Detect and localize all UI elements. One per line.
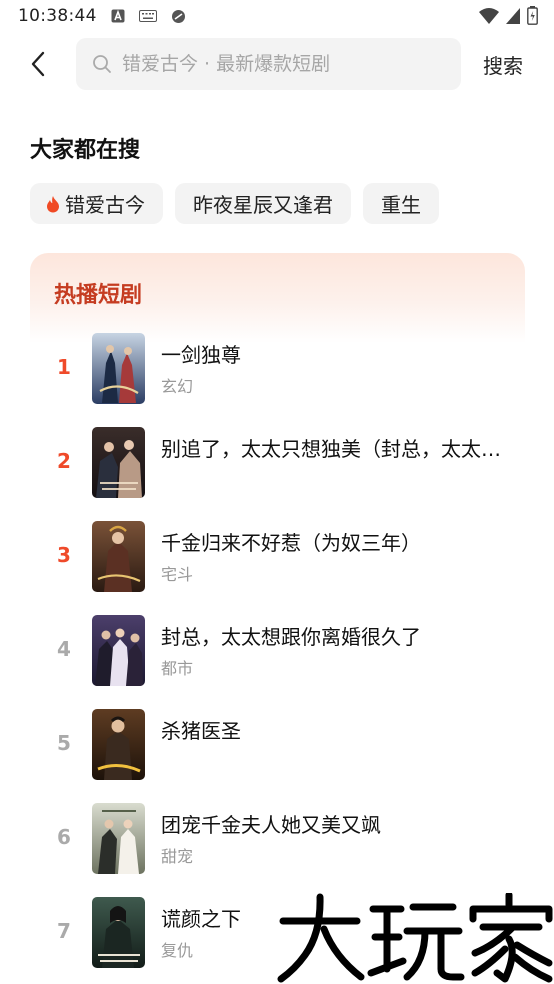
- notification-icons: [111, 9, 186, 24]
- drama-poster: [92, 615, 145, 686]
- rank-number: 2: [57, 449, 71, 473]
- hot-search-chip[interactable]: 昨夜星辰又逢君: [175, 183, 351, 224]
- status-bar: 10:38:44: [0, 0, 554, 32]
- rank-number: 1: [57, 355, 71, 379]
- system-icons: [479, 6, 538, 25]
- keyboard-icon: [138, 10, 157, 22]
- back-button[interactable]: [22, 48, 54, 80]
- search-button[interactable]: 搜索: [483, 50, 523, 79]
- drama-poster: [92, 897, 145, 968]
- drama-tag: 甜宠: [161, 847, 194, 866]
- rank-number: 4: [57, 637, 71, 661]
- drama-tag: 复仇: [161, 941, 194, 960]
- hot-search-chips: 错爱古今 昨夜星辰又逢君 重生: [30, 183, 439, 224]
- status-time: 10:38:44: [18, 6, 97, 26]
- search-box[interactable]: [76, 38, 461, 90]
- search-header: 搜索: [0, 38, 554, 90]
- rank-number: 6: [57, 825, 71, 849]
- drama-poster: [92, 521, 145, 592]
- chevron-left-icon: [31, 51, 45, 77]
- drama-poster: [92, 427, 145, 498]
- rank-item[interactable]: 2 别追了，太太只想独美（封总，太太想跟你离婚很久了）: [30, 425, 525, 519]
- rank-number: 7: [57, 919, 71, 943]
- watermark-logo: [277, 891, 554, 984]
- rank-item[interactable]: 5 杀猪医圣: [30, 707, 525, 801]
- vpn-icon: [171, 9, 185, 23]
- signal-icon: [506, 7, 520, 24]
- hot-search-chip[interactable]: 重生: [363, 183, 439, 224]
- flame-icon: [46, 195, 60, 213]
- rank-number: 5: [57, 731, 71, 755]
- drama-poster: [92, 333, 145, 404]
- search-input[interactable]: [122, 53, 442, 75]
- app-notification-icon: [111, 9, 125, 23]
- rank-item[interactable]: 4 封总，太太想跟你离婚很久了 都市: [30, 613, 525, 707]
- rank-number: 3: [57, 543, 71, 567]
- drama-title: 封总，太太想跟你离婚很久了: [161, 625, 421, 649]
- battery-icon: [527, 6, 538, 25]
- hot-dramas-card: 热播短剧 1 一剑独尊 玄幻 2 别追了，太太只想独美（封总，太太想 3 千金归…: [30, 253, 525, 984]
- drama-title: 别追了，太太只想独美（封总，太太想跟你离婚很久了）: [161, 437, 501, 461]
- search-icon: [93, 55, 111, 73]
- chip-label: 昨夜星辰又逢君: [193, 193, 333, 217]
- drama-poster: [92, 709, 145, 780]
- hot-search-chip[interactable]: 错爱古今: [30, 183, 163, 224]
- rank-item[interactable]: 6 团宠千金夫人她又美又飒 甜宠: [30, 801, 525, 895]
- drama-title: 团宠千金夫人她又美又飒: [161, 813, 381, 837]
- drama-title: 一剑独尊: [161, 343, 241, 367]
- hot-dramas-title: 热播短剧: [54, 283, 143, 308]
- drama-tag: 宅斗: [161, 565, 194, 584]
- rank-item[interactable]: 3 千金归来不好惹（为奴三年） 宅斗: [30, 519, 525, 613]
- drama-tag: 都市: [161, 659, 194, 678]
- drama-tag: 玄幻: [161, 377, 194, 396]
- chip-label: 错爱古今: [65, 193, 145, 217]
- drama-title: 千金归来不好惹（为奴三年）: [161, 531, 421, 555]
- chip-label: 重生: [381, 193, 421, 217]
- rank-item[interactable]: 1 一剑独尊 玄幻: [30, 331, 525, 425]
- rank-list: 1 一剑独尊 玄幻 2 别追了，太太只想独美（封总，太太想 3 千金归来不好惹（…: [30, 331, 525, 984]
- drama-poster: [92, 803, 145, 874]
- hot-searches-title: 大家都在搜: [30, 138, 141, 163]
- drama-title: 杀猪医圣: [161, 719, 241, 743]
- wifi-icon: [479, 7, 499, 24]
